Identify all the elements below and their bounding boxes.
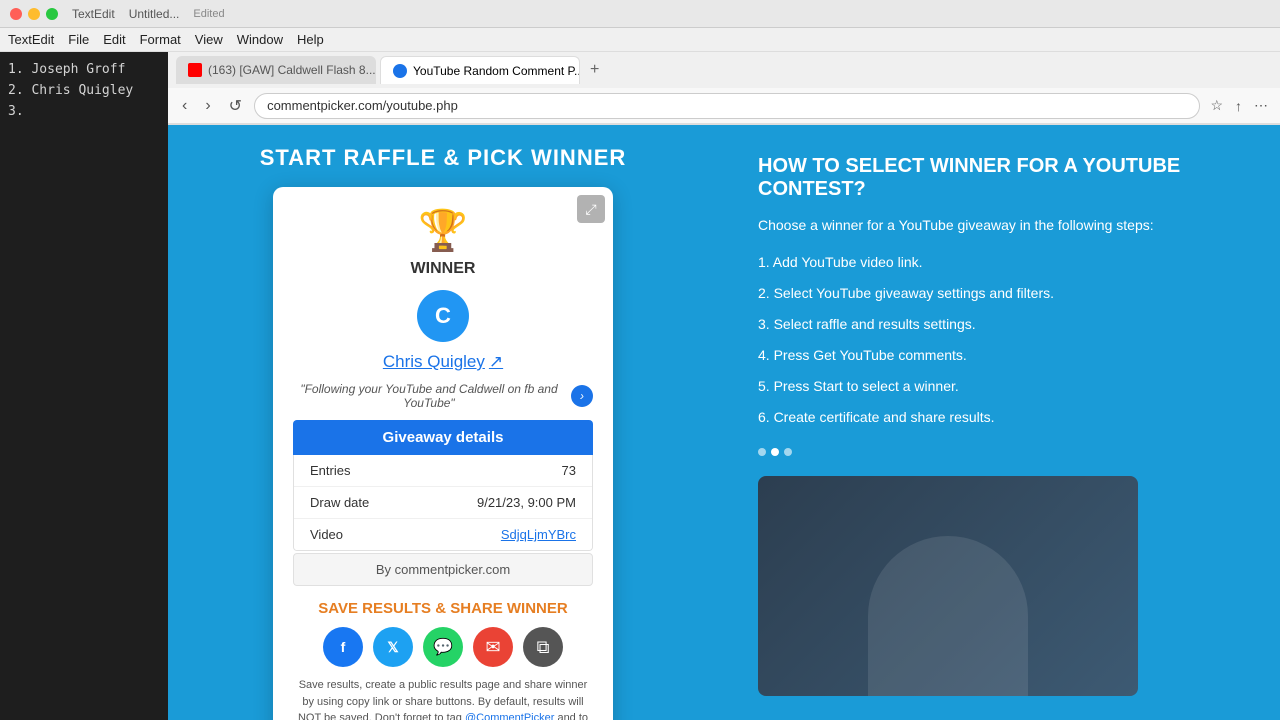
youtube-favicon (188, 63, 202, 77)
raffle-title: START RAFFLE & PICK WINNER (260, 145, 627, 171)
maximize-dot[interactable] (46, 8, 58, 20)
minimize-dot[interactable] (28, 8, 40, 20)
tab-caldwell-label: (163) [GAW] Caldwell Flash 8... (208, 63, 376, 77)
menu-file[interactable]: File (68, 32, 89, 47)
editor-line-1: 1. Joseph Groff (8, 60, 160, 81)
editor-line-2: 2. Chris Quigley (8, 81, 160, 102)
menu-textedit[interactable]: TextEdit (8, 32, 54, 47)
choose-text: Choose a winner for a YouTube giveaway i… (758, 215, 1240, 236)
video-value[interactable]: SdjqLjmYBrc (501, 527, 576, 542)
mac-menubar: TextEdit File Edit Format View Window He… (0, 28, 1280, 52)
share-description: Save results, create a public results pa… (293, 677, 593, 720)
giveaway-details-header: Giveaway details (293, 420, 593, 455)
menu-view[interactable]: View (195, 32, 223, 47)
step-6: 6. Create certificate and share results. (758, 407, 1240, 428)
nav-bar: ‹ › ↺ commentpicker.com/youtube.php ☆ ↑ … (168, 88, 1280, 124)
tab-commentpicker[interactable]: YouTube Random Comment P... ✕ (380, 56, 580, 84)
step-4: 4. Press Get YouTube comments. (758, 345, 1240, 366)
close-dot[interactable] (10, 8, 22, 20)
step-5: 5. Press Start to select a winner. (758, 376, 1240, 397)
commentpicker-favicon (393, 64, 407, 78)
editor-line-3: 3. (8, 102, 160, 123)
giveaway-table: Entries 73 Draw date 9/21/23, 9:00 PM Vi… (293, 455, 593, 551)
winner-avatar: C (417, 290, 469, 342)
browser-panel: (163) [GAW] Caldwell Flash 8... ✕ YouTub… (168, 52, 1280, 720)
menu-format[interactable]: Format (140, 32, 181, 47)
tab-commentpicker-label: YouTube Random Comment P... (413, 64, 580, 78)
step-1: 1. Add YouTube video link. (758, 252, 1240, 273)
by-commentpicker: By commentpicker.com (293, 553, 593, 586)
facebook-share-button[interactable]: f (323, 627, 363, 667)
copy-share-button[interactable]: ⧉ (523, 627, 563, 667)
winner-comment: "Following your YouTube and Caldwell on … (293, 382, 593, 410)
steps-list: 1. Add YouTube video link. 2. Select You… (758, 252, 1240, 428)
browser-content: START RAFFLE & PICK WINNER ⤢ 🏆 WINNER C … (168, 125, 1280, 720)
winner-label: WINNER (293, 260, 593, 278)
draw-date-value: 9/21/23, 9:00 PM (477, 495, 576, 510)
tab-caldwell[interactable]: (163) [GAW] Caldwell Flash 8... ✕ (176, 56, 376, 84)
winner-card: ⤢ 🏆 WINNER C Chris Quigley ↗ "Following … (273, 187, 613, 720)
save-share-title: SAVE RESULTS & SHARE WINNER (293, 600, 593, 617)
raffle-panel: START RAFFLE & PICK WINNER ⤢ 🏆 WINNER C … (168, 125, 718, 720)
how-to-panel: HOW TO SELECT WINNER FOR A YOUTUBE CONTE… (718, 125, 1280, 720)
tab-bar: (163) [GAW] Caldwell Flash 8... ✕ YouTub… (168, 52, 1280, 88)
expand-icon[interactable]: ⤢ (577, 195, 605, 223)
share-icon[interactable]: ↑ (1231, 96, 1246, 116)
step-3: 3. Select raffle and results settings. (758, 314, 1240, 335)
entries-value: 73 (562, 463, 576, 478)
add-tab-button[interactable]: + (584, 61, 605, 79)
mac-titlebar: TextEdit Untitled... Edited (0, 0, 1280, 28)
text-editor-panel[interactable]: 1. Joseph Groff 2. Chris Quigley 3. (0, 52, 168, 720)
draw-date-label: Draw date (310, 495, 369, 510)
external-link-icon: ↗ (489, 352, 503, 372)
trophy-icon: 🏆 (293, 207, 593, 254)
social-buttons: f 𝕏 💬 ✉ ⧉ (293, 627, 593, 667)
file-name: Untitled... (129, 7, 180, 21)
dot-2 (771, 448, 779, 456)
draw-date-row: Draw date 9/21/23, 9:00 PM (294, 487, 592, 519)
menu-help[interactable]: Help (297, 32, 324, 47)
toolbar-icons: ☆ ↑ ⋯ (1206, 95, 1272, 116)
entries-row: Entries 73 (294, 455, 592, 487)
dot-3 (784, 448, 792, 456)
more-icon[interactable]: ⋯ (1250, 95, 1272, 116)
menu-edit[interactable]: Edit (103, 32, 125, 47)
app-name: TextEdit (72, 7, 115, 21)
winner-comment-text: "Following your YouTube and Caldwell on … (293, 382, 565, 410)
video-thumbnail (758, 476, 1138, 696)
star-icon[interactable]: ☆ (1206, 95, 1227, 116)
browser-chrome: (163) [GAW] Caldwell Flash 8... ✕ YouTub… (168, 52, 1280, 125)
winner-name-link[interactable]: Chris Quigley ↗ (293, 352, 593, 372)
step-2: 2. Select YouTube giveaway settings and … (758, 283, 1240, 304)
edited-badge: Edited (193, 8, 224, 20)
video-row: Video SdjqLjmYBrc (294, 519, 592, 550)
email-share-button[interactable]: ✉ (473, 627, 513, 667)
comment-expand-button[interactable]: › (571, 385, 593, 407)
loading-dots (758, 448, 1240, 456)
address-domain: commentpicker.com/youtube.php (267, 98, 458, 113)
twitter-share-button[interactable]: 𝕏 (373, 627, 413, 667)
how-to-title: HOW TO SELECT WINNER FOR A YOUTUBE CONTE… (758, 155, 1240, 201)
whatsapp-share-button[interactable]: 💬 (423, 627, 463, 667)
reload-button[interactable]: ↺ (223, 94, 248, 118)
forward-button[interactable]: › (199, 95, 216, 117)
dot-1 (758, 448, 766, 456)
address-bar[interactable]: commentpicker.com/youtube.php (254, 93, 1200, 119)
address-text: commentpicker.com/youtube.php (267, 98, 458, 113)
winner-name-text: Chris Quigley (383, 352, 485, 372)
video-label: Video (310, 527, 343, 542)
commentpicker-tag[interactable]: @CommentPicker (465, 712, 554, 720)
back-button[interactable]: ‹ (176, 95, 193, 117)
entries-label: Entries (310, 463, 350, 478)
menu-window[interactable]: Window (237, 32, 283, 47)
